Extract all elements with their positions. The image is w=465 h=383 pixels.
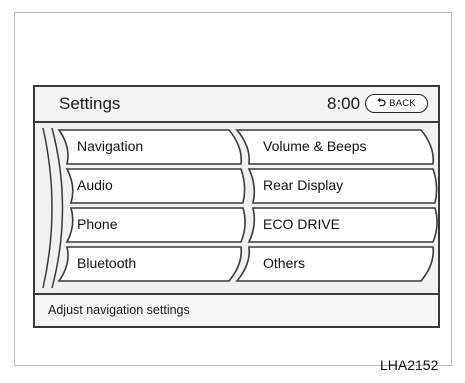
menu-item-label: Volume & Beeps [263, 138, 367, 154]
menu-item-label: ECO DRIVE [263, 216, 341, 232]
menu-item-eco-drive[interactable]: ECO DRIVE [253, 206, 433, 244]
menu-item-others[interactable]: Others [249, 245, 429, 283]
menu-item-volume-beeps[interactable]: Volume & Beeps [249, 128, 429, 166]
menu-item-label: Rear Display [263, 177, 344, 193]
menu-area: Navigation Audio Phone Bluetooth Volume … [35, 123, 438, 293]
settings-screen: Settings 8:00 ⮌ BACK Navigation Audio Ph… [33, 85, 440, 328]
back-button[interactable]: ⮌ BACK [365, 94, 428, 113]
menu-item-label: Audio [77, 177, 113, 193]
menu-item-label: Others [263, 255, 306, 271]
back-arrow-icon: ⮌ [377, 97, 387, 109]
menu-item-label: Bluetooth [77, 255, 137, 271]
scroll-curve-inner [51, 127, 64, 289]
menu-item-label: Phone [77, 216, 118, 232]
scroll-curve-outer [42, 127, 53, 289]
menu-item-phone[interactable]: Phone [71, 206, 241, 244]
status-bar: Adjust navigation settings [35, 293, 438, 326]
menu-item-rear-display[interactable]: Rear Display [253, 167, 433, 205]
figure-code: LHA2152 [380, 357, 439, 373]
status-text: Adjust navigation settings [48, 303, 190, 317]
screen-header: Settings 8:00 ⮌ BACK [35, 87, 438, 123]
menu-item-navigation[interactable]: Navigation [65, 128, 237, 166]
clock: 8:00 [327, 94, 361, 113]
menu-item-label: Navigation [77, 138, 144, 154]
back-button-label: BACK [389, 98, 416, 109]
menu-item-bluetooth[interactable]: Bluetooth [65, 245, 237, 283]
menu-item-audio[interactable]: Audio [71, 167, 241, 205]
page-title: Settings [59, 94, 121, 113]
